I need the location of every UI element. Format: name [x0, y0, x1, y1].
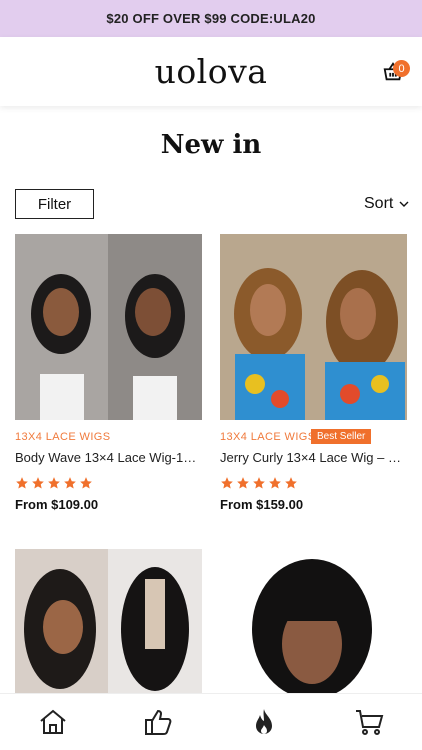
product-image[interactable] — [15, 549, 202, 693]
bottom-tab-bar — [0, 693, 422, 750]
chevron-down-icon — [399, 201, 409, 207]
product-image[interactable] — [15, 234, 202, 420]
star-rating — [15, 476, 93, 490]
thumbs-up-icon[interactable] — [142, 706, 174, 738]
product-category[interactable]: 13X4 LACE WIGS — [15, 431, 110, 443]
sort-dropdown[interactable]: Sort — [364, 195, 409, 213]
product-image[interactable] — [220, 234, 407, 420]
star-icon — [253, 477, 265, 489]
product-card[interactable] — [220, 549, 407, 693]
product-card[interactable] — [220, 234, 407, 420]
cart-count-badge: 0 — [393, 60, 410, 77]
cart-icon[interactable] — [353, 706, 385, 738]
sort-label: Sort — [364, 195, 394, 212]
star-icon — [269, 477, 281, 489]
product-image[interactable] — [220, 549, 407, 693]
home-icon[interactable] — [37, 706, 69, 738]
product-name[interactable]: Body Wave 13×4 Lace Wig-180% Density — [15, 450, 202, 465]
star-icon — [48, 477, 60, 489]
fire-icon[interactable] — [248, 706, 280, 738]
filter-button[interactable]: Filter — [15, 189, 94, 219]
logo[interactable]: uolova — [155, 52, 268, 91]
product-price: From $109.00 — [15, 497, 99, 512]
star-icon — [285, 477, 297, 489]
best-seller-badge: Best Seller — [311, 429, 372, 444]
product-price: From $159.00 — [220, 497, 304, 512]
star-icon — [80, 477, 92, 489]
product-category[interactable]: 13X4 LACE WIGS — [220, 431, 315, 443]
promo-text: $20 OFF OVER $99 CODE:ULA20 — [106, 11, 316, 26]
page-title: New in — [160, 130, 262, 160]
star-icon — [237, 477, 249, 489]
product-name[interactable]: Jerry Curly 13×4 Lace Wig – 180% Density — [220, 450, 407, 465]
star-icon — [221, 477, 233, 489]
star-icon — [64, 477, 76, 489]
product-card[interactable] — [15, 549, 202, 693]
star-icon — [16, 477, 28, 489]
star-icon — [32, 477, 44, 489]
header: uolova — [0, 37, 422, 106]
promo-banner[interactable]: $20 OFF OVER $99 CODE:ULA20 — [0, 0, 422, 37]
product-card[interactable] — [15, 234, 202, 420]
star-rating — [220, 476, 298, 490]
